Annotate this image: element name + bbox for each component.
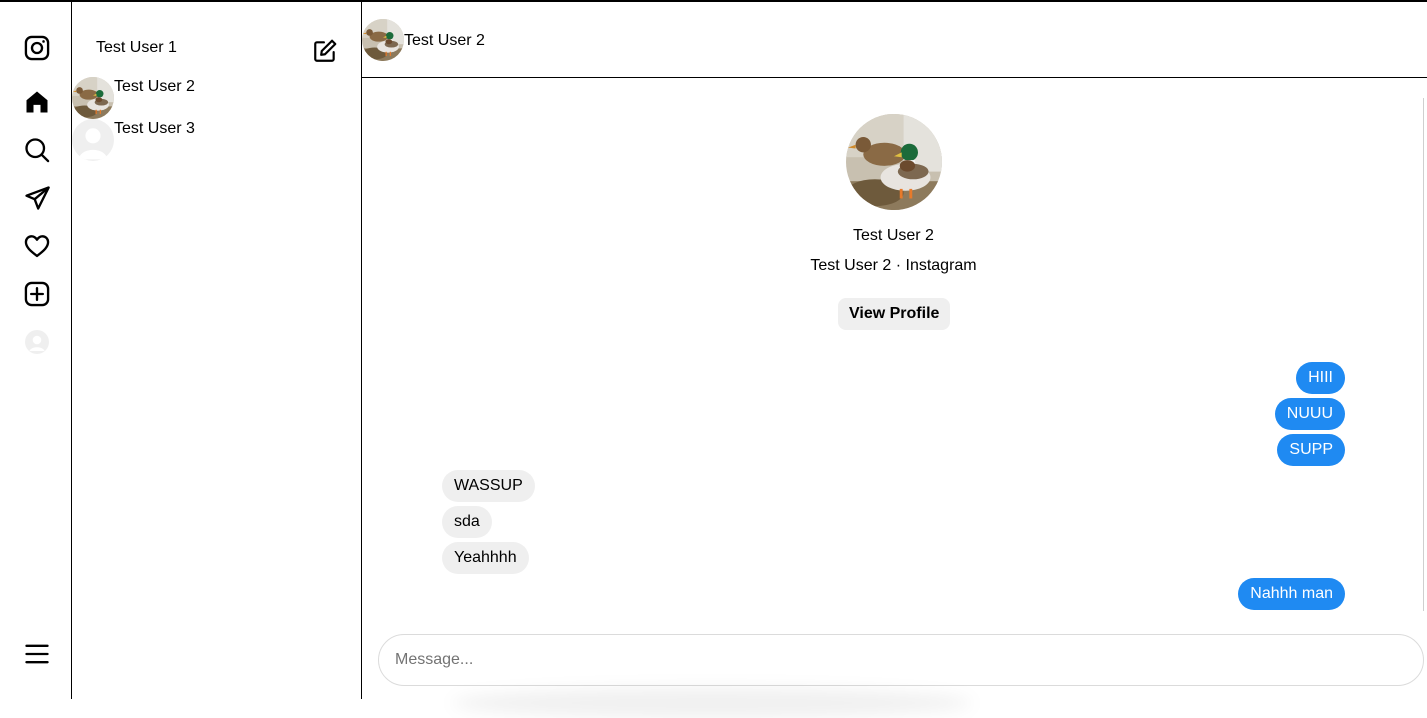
nav-rail (0, 2, 72, 699)
outgoing-message[interactable]: NUUU (1274, 398, 1345, 430)
conversation-item-test-user-2[interactable]: Test User 2 (72, 77, 361, 119)
current-user-name: Test User 1 (96, 39, 177, 56)
profile-intro-subtitle: Test User 2 · Instagram (810, 257, 977, 274)
profile-intro-name: Test User 2 (853, 227, 934, 244)
notifications-heart-icon[interactable] (21, 230, 53, 262)
new-message-compose-icon[interactable] (312, 38, 338, 64)
outgoing-message[interactable]: Nahhh man (1238, 578, 1345, 610)
conversation-name: Test User 2 (114, 78, 195, 95)
incoming-message[interactable]: sda (442, 506, 492, 538)
profile-intro-avatar (846, 114, 942, 210)
create-plus-icon[interactable] (21, 278, 53, 310)
chat-header: Test User 2 (362, 2, 1427, 78)
outgoing-message[interactable]: HIII (1296, 362, 1345, 394)
outgoing-message[interactable]: SUPP (1277, 434, 1345, 466)
incoming-message[interactable]: Yeahhhh (442, 542, 529, 574)
duck-avatar (72, 77, 114, 119)
profile-avatar-icon[interactable] (21, 326, 53, 358)
menu-icon[interactable] (21, 638, 53, 670)
messages-icon[interactable] (21, 182, 53, 214)
home-icon[interactable] (21, 86, 53, 118)
chat-header-name[interactable]: Test User 2 (404, 32, 485, 50)
chat-panel: Test User 2 Test User 2 Test User 2 · In… (362, 2, 1427, 718)
chat-header-avatar[interactable] (362, 19, 404, 61)
conversation-name: Test User 3 (114, 120, 195, 137)
conversations-panel: Test User 1 Test User 2 Test User 3 (72, 2, 362, 699)
chat-scrollbar[interactable] (1423, 98, 1424, 611)
incoming-message[interactable]: WASSUP (442, 470, 535, 502)
default-avatar (72, 119, 114, 161)
view-profile-button[interactable]: View Profile (838, 298, 951, 330)
conversation-item-test-user-3[interactable]: Test User 3 (72, 119, 361, 161)
message-input[interactable] (378, 634, 1424, 686)
instagram-logo-icon[interactable] (21, 32, 53, 64)
search-icon[interactable] (21, 134, 53, 166)
bottom-shadow (452, 688, 972, 718)
